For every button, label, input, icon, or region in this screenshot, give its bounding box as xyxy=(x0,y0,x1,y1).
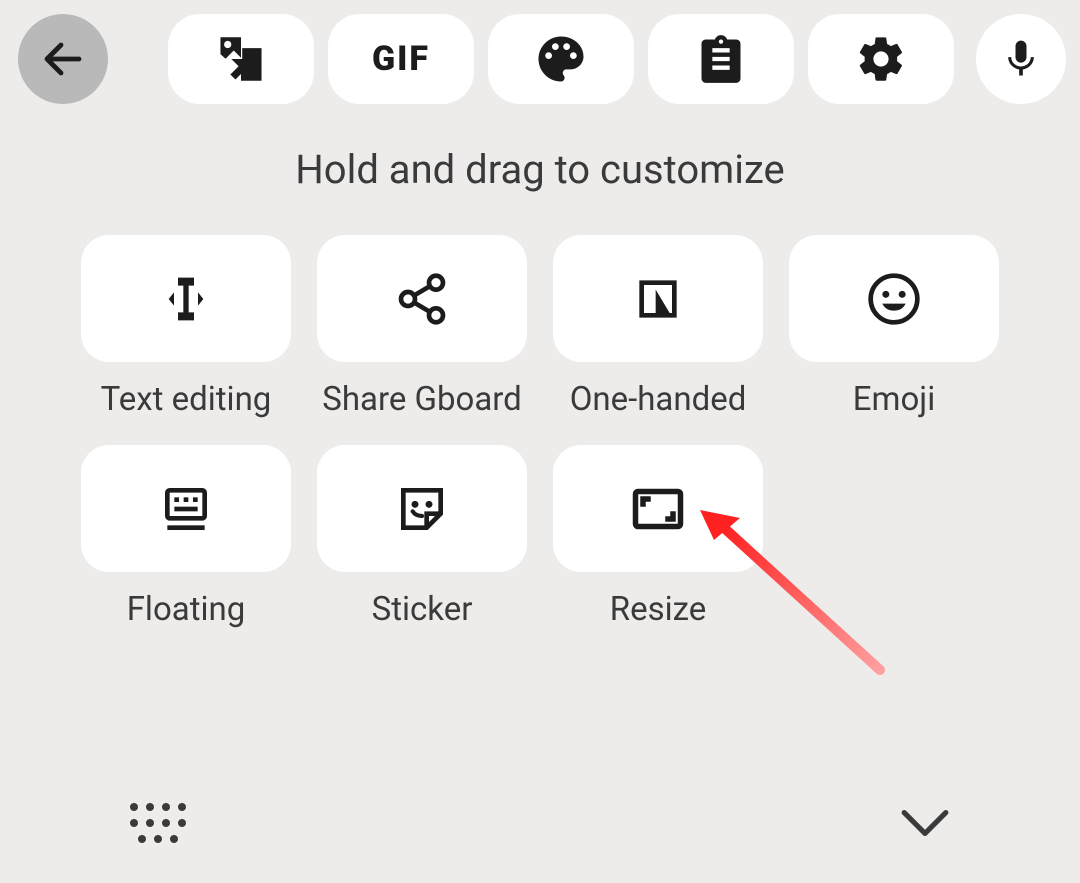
resize-icon xyxy=(628,479,688,539)
tile-label: Emoji xyxy=(853,380,935,419)
tile-text-editing[interactable]: Text editing xyxy=(81,235,291,419)
keyboard-toggle-button[interactable] xyxy=(130,803,186,843)
tile-resize[interactable]: Resize xyxy=(553,445,763,629)
back-button[interactable] xyxy=(18,14,108,104)
tile-one-handed[interactable]: One-handed xyxy=(553,235,763,419)
tile-label: One-handed xyxy=(570,380,747,419)
keyboard-dots-icon xyxy=(130,803,186,843)
clipboard-icon xyxy=(695,33,747,85)
floating-keyboard-icon xyxy=(158,481,214,537)
share-icon xyxy=(394,271,450,327)
tile-card xyxy=(789,235,999,362)
tile-sticker[interactable]: Sticker xyxy=(317,445,527,629)
gear-icon xyxy=(855,33,907,85)
tile-card xyxy=(81,235,291,362)
tile-card xyxy=(81,445,291,572)
tile-label: Share Gboard xyxy=(322,380,522,419)
text-editing-icon xyxy=(154,267,218,331)
toolbar: GIF xyxy=(0,0,1080,118)
tile-label: Floating xyxy=(127,590,246,629)
chevron-down-icon xyxy=(900,808,950,838)
collapse-button[interactable] xyxy=(900,808,950,838)
palette-icon xyxy=(534,32,588,86)
tile-card xyxy=(553,445,763,572)
theme-button[interactable] xyxy=(488,14,634,104)
gif-button[interactable]: GIF xyxy=(328,14,474,104)
tile-card xyxy=(317,235,527,362)
mic-icon xyxy=(999,37,1043,81)
settings-button[interactable] xyxy=(808,14,954,104)
tile-label: Resize xyxy=(610,590,707,629)
clipboard-button[interactable] xyxy=(648,14,794,104)
tile-label: Text editing xyxy=(101,380,272,419)
tile-card xyxy=(553,235,763,362)
tile-card xyxy=(317,445,527,572)
sticker-icon xyxy=(394,481,450,537)
tile-floating[interactable]: Floating xyxy=(81,445,291,629)
one-handed-icon xyxy=(630,271,686,327)
back-arrow-icon xyxy=(39,35,87,83)
translate-icon xyxy=(212,30,270,88)
bottom-bar xyxy=(0,763,1080,883)
tile-emoji[interactable]: Emoji xyxy=(789,235,999,419)
gif-label: GIF xyxy=(372,39,430,79)
heading: Hold and drag to customize xyxy=(0,146,1080,193)
mic-button[interactable] xyxy=(976,14,1066,104)
emoji-icon xyxy=(866,271,922,327)
tile-share-gboard[interactable]: Share Gboard xyxy=(317,235,527,419)
translate-button[interactable] xyxy=(168,14,314,104)
tile-grid: Text editing Share Gboard One-handed Emo… xyxy=(0,235,1080,629)
tile-label: Sticker xyxy=(372,590,473,629)
